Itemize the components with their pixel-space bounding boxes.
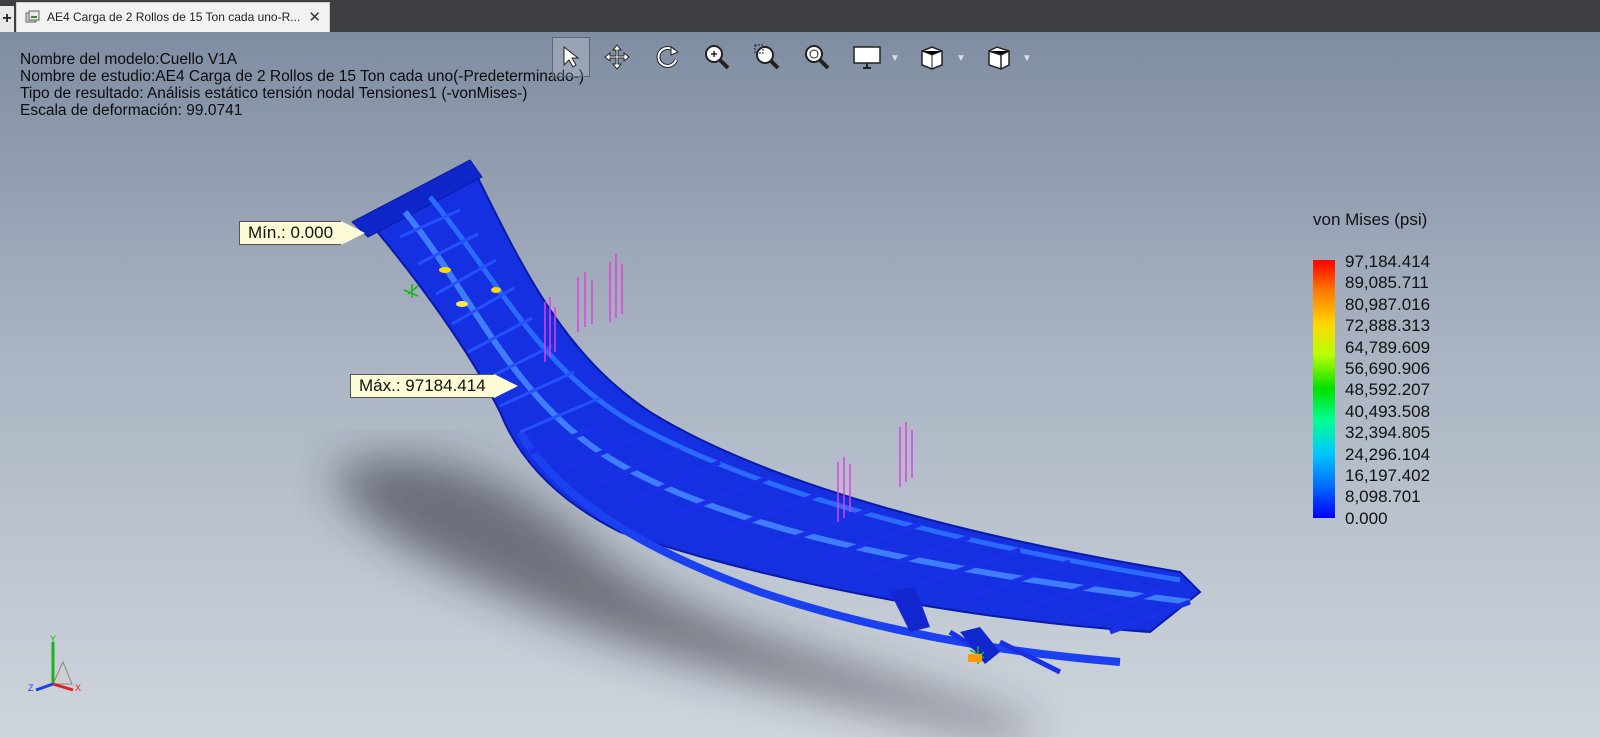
select-icon[interactable] (552, 37, 590, 77)
legend-value: 48,592.207 (1345, 380, 1431, 400)
legend-value: 40,493.508 (1345, 401, 1431, 421)
z-axis-label: Z (28, 683, 34, 692)
legend-value: 97,184.414 (1345, 252, 1431, 271)
legend-value: 56,690.906 (1345, 359, 1431, 379)
min-callout: Mín.: 0.000 (239, 221, 366, 245)
x-axis-label: X (75, 683, 81, 692)
legend-values: 97,184.414 89,085.711 80,987.016 72,888.… (1345, 251, 1430, 529)
graphics-viewport[interactable]: Nombre del modelo:Cuello V1A Nombre de e… (0, 32, 1600, 737)
y-axis-label: Y (50, 634, 56, 644)
chevron-down-icon[interactable]: ▼ (956, 53, 966, 64)
study-tab[interactable]: AE4 Carga de 2 Rollos de 15 Ton cada uno… (16, 2, 330, 32)
close-icon[interactable]: ✕ (308, 8, 321, 26)
zoom-area-icon[interactable] (748, 37, 786, 77)
chevron-down-icon[interactable]: ▼ (890, 53, 900, 64)
max-callout: Máx.: 97184.414 (350, 374, 518, 398)
display-style-icon[interactable] (980, 37, 1018, 77)
legend-value: 89,085.711 (1345, 273, 1429, 293)
legend-value: 8,098.701 (1345, 487, 1421, 507)
tab-bar: + AE4 Carga de 2 Rollos de 15 Ton cada u… (0, 0, 1600, 32)
legend-value: 80,987.016 (1345, 294, 1431, 314)
legend-value: 64,789.609 (1345, 337, 1431, 357)
zoom-in-icon[interactable] (798, 37, 836, 77)
legend-value: 0.000 (1345, 508, 1388, 528)
legend-value: 24,296.104 (1345, 444, 1431, 464)
new-tab-button[interactable]: + (0, 6, 14, 32)
result-type: Tipo de resultado: Análisis estático ten… (20, 85, 528, 102)
legend-value: 72,888.313 (1345, 316, 1431, 336)
zoom-fit-icon[interactable] (698, 37, 736, 77)
deformation-scale: Escala de deformación: 99.0741 (20, 102, 243, 119)
legend-title: von Mises (psi) (1313, 210, 1428, 229)
pan-icon[interactable] (598, 37, 636, 77)
legend-value: 32,394.805 (1345, 423, 1431, 443)
study-name: Nombre de estudio:AE4 Carga de 2 Rollos … (20, 68, 585, 85)
tab-title: AE4 Carga de 2 Rollos de 15 Ton cada uno… (47, 10, 301, 24)
study-info: Nombre del modelo:Cuello V1A Nombre de e… (20, 51, 584, 119)
rotate-icon[interactable] (648, 37, 686, 77)
color-scale-bar (1313, 260, 1335, 518)
axis-triad-icon: Y X Z (28, 634, 81, 692)
legend-value: 16,197.402 (1345, 466, 1431, 486)
display-icon[interactable] (848, 37, 886, 77)
view-orientation-icon[interactable] (914, 37, 952, 77)
study-icon (25, 10, 41, 29)
chevron-down-icon[interactable]: ▼ (1022, 53, 1032, 64)
model-name: Nombre del modelo:Cuello V1A (20, 51, 238, 68)
